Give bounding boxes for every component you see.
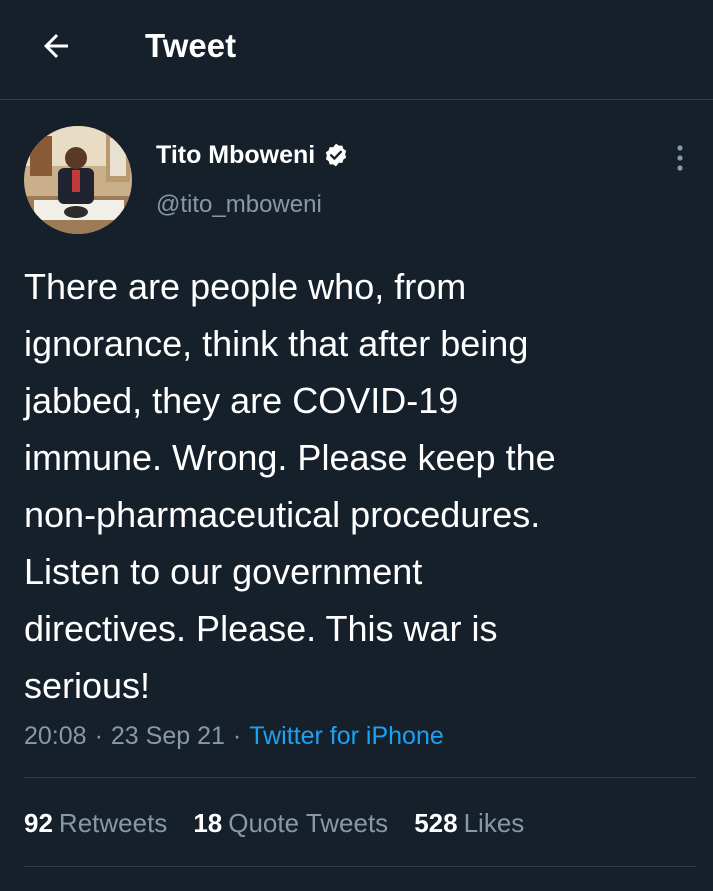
divider	[24, 777, 696, 778]
retweets-stat[interactable]: 92 Retweets	[24, 805, 167, 841]
tweet-time[interactable]: 20:08	[24, 722, 87, 750]
profile-photo	[24, 126, 132, 234]
quote-tweets-stat[interactable]: 18 Quote Tweets	[193, 805, 388, 841]
top-bar: Tweet	[0, 0, 713, 100]
back-button[interactable]	[36, 26, 76, 66]
author-name[interactable]: Tito Mboweni	[156, 138, 315, 172]
likes-label: Likes	[463, 808, 525, 838]
more-options-button[interactable]	[662, 140, 698, 176]
divider	[24, 866, 696, 867]
quote-tweets-count: 18	[193, 808, 223, 838]
retweets-label: Retweets	[58, 808, 168, 838]
tweet-meta: 20:08 · 23 Sep 21 · Twitter for iPhone	[24, 718, 444, 754]
separator-dot: ·	[94, 722, 103, 750]
author-handle[interactable]: @tito_mboweni	[156, 190, 322, 220]
tweet-stats: 92 Retweets 18 Quote Tweets 528 Likes	[24, 805, 550, 841]
tweet-date[interactable]: 23 Sep 21	[111, 722, 225, 750]
separator-dot: ·	[232, 722, 242, 750]
quote-tweets-label: Quote Tweets	[228, 808, 389, 838]
likes-count: 528	[414, 808, 458, 838]
page-title: Tweet	[145, 27, 237, 64]
tweet-source-link[interactable]: Twitter for iPhone	[249, 722, 444, 750]
verified-badge-icon	[323, 142, 349, 168]
tweet-text: There are people who, from ignorance, th…	[24, 266, 556, 706]
arrow-left-icon	[44, 34, 68, 58]
avatar[interactable]	[24, 126, 132, 234]
more-vertical-icon	[677, 145, 683, 171]
retweets-count: 92	[24, 808, 53, 838]
likes-stat[interactable]: 528 Likes	[414, 805, 524, 841]
author-name-row[interactable]: Tito Mboweni	[156, 138, 349, 172]
